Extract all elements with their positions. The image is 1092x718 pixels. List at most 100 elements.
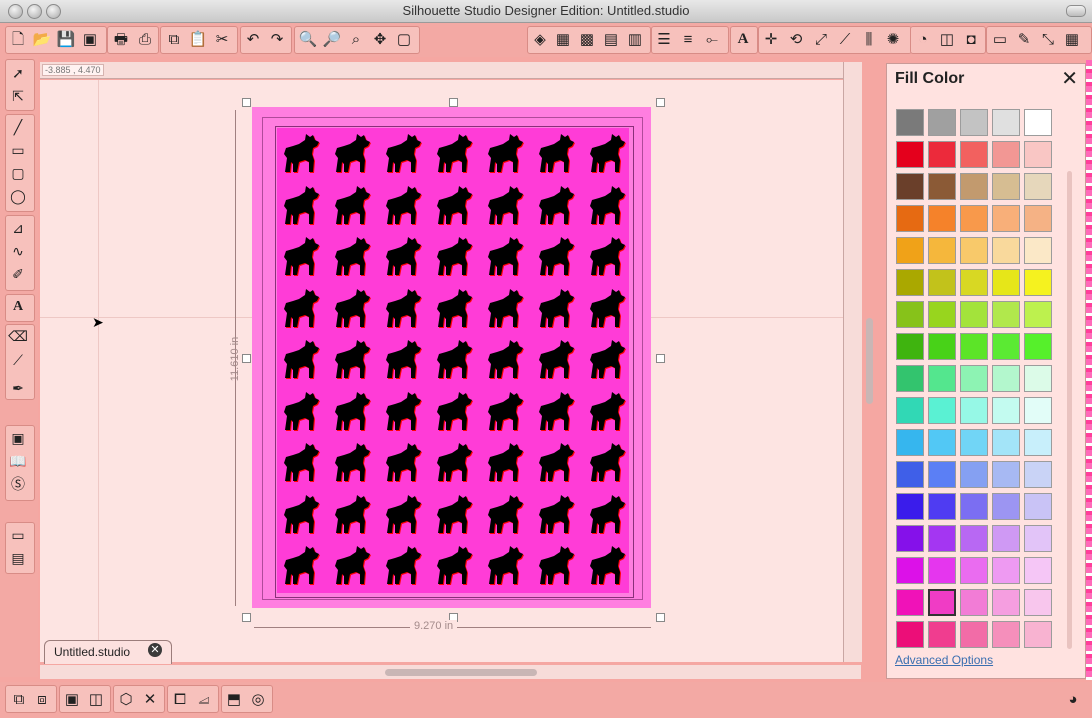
shear-icon[interactable]: ⟋ [834,28,856,50]
color-swatch[interactable] [896,429,924,456]
color-swatch[interactable] [896,493,924,520]
color-swatch[interactable] [960,589,988,616]
selection-handle[interactable] [449,98,458,107]
register-marks-icon[interactable]: ▭ [989,28,1011,50]
page-tool-icon[interactable]: ▣ [7,427,29,449]
color-swatch[interactable] [992,397,1020,424]
line-style-icon[interactable]: ▥ [624,28,646,50]
replicate-icon[interactable]: ⫼ [858,28,880,50]
curve-tool-icon[interactable]: ∿ [7,240,29,262]
document-tab[interactable]: Untitled.studio ✕ [44,640,172,664]
knife-icon[interactable]: ⟜ [701,28,723,50]
fill-gradient-icon[interactable]: ▤ [600,28,622,50]
sketch-icon[interactable]: ✎ [1013,28,1035,50]
color-swatch[interactable] [992,461,1020,488]
color-swatch[interactable] [896,397,924,424]
text-style-icon[interactable]: A [732,28,754,50]
open-file-icon[interactable]: 📂 [31,28,53,50]
ellipse-tool-icon[interactable]: ◯ [7,185,29,207]
color-swatch[interactable] [992,269,1020,296]
color-swatch[interactable] [992,301,1020,328]
delete-icon[interactable]: ✕ [139,688,161,710]
color-swatch[interactable] [992,141,1020,168]
page-setup-icon[interactable]: ◫ [936,28,958,50]
zoom-in-icon[interactable]: 🔍 [297,28,319,50]
new-file-icon[interactable]: 🗋 [7,28,29,50]
line-tool-icon[interactable]: ╱ [7,116,29,138]
weld-icon[interactable]: ⬡ [115,688,137,710]
selection-handle[interactable] [242,98,251,107]
send-backward-icon[interactable]: ⧡ [193,688,215,710]
color-swatch[interactable] [960,333,988,360]
color-swatch[interactable] [1024,365,1052,392]
color-swatch[interactable] [928,141,956,168]
color-swatch[interactable] [960,525,988,552]
selection-handle[interactable] [656,98,665,107]
copy-icon[interactable]: ⧉ [163,28,185,50]
toolbar-toggle-button[interactable] [1066,5,1086,17]
rectangle-tool-icon[interactable]: ▭ [7,139,29,161]
color-swatch[interactable] [928,269,956,296]
color-swatch[interactable] [896,589,924,616]
color-swatch[interactable] [1024,525,1052,552]
scale-icon[interactable]: ⤢ [810,28,832,50]
color-swatch[interactable] [992,173,1020,200]
vertical-scroll-thumb[interactable] [866,318,873,404]
paste-icon[interactable]: 📋 [187,28,209,50]
color-swatch[interactable] [960,173,988,200]
cut-icon[interactable]: ✂ [211,28,233,50]
color-swatch[interactable] [928,557,956,584]
cut-settings-icon[interactable]: ◘ [960,28,982,50]
offset-icon[interactable]: ✺ [882,28,904,50]
color-swatch[interactable] [928,237,956,264]
color-swatch[interactable] [1024,493,1052,520]
print-icon[interactable]: 🖶 [110,28,132,50]
color-swatch[interactable] [992,525,1020,552]
trace-icon[interactable]: ◔ [912,28,934,50]
fill-color-icon[interactable]: ◈ [529,28,551,50]
color-swatch[interactable] [1024,557,1052,584]
release-compound-icon[interactable]: ◫ [85,688,107,710]
color-swatch[interactable] [1024,173,1052,200]
color-swatch[interactable] [928,429,956,456]
modify-icon[interactable]: ⬒ [223,688,245,710]
color-swatch[interactable] [928,301,956,328]
color-swatch[interactable] [960,109,988,136]
color-swatch[interactable] [960,557,988,584]
color-swatch[interactable] [928,589,956,616]
color-swatch[interactable] [896,205,924,232]
color-swatch[interactable] [960,301,988,328]
fill-tool-icon[interactable]: ✒ [7,377,29,399]
color-swatch[interactable] [992,365,1020,392]
advanced-options-link[interactable]: Advanced Options [895,653,993,667]
line-thickness-icon[interactable]: ☰ [653,28,675,50]
color-swatch[interactable] [1024,269,1052,296]
color-swatch[interactable] [1024,589,1052,616]
zoom-out-icon[interactable]: 🔎 [321,28,343,50]
color-swatch[interactable] [896,141,924,168]
color-swatch[interactable] [960,205,988,232]
ungroup-icon[interactable]: ⧈ [31,688,53,710]
align-icon[interactable]: ✛ [760,28,782,50]
color-swatch[interactable] [960,461,988,488]
zoom-selection-icon[interactable]: ⌕ [345,28,367,50]
rotate-icon[interactable]: ⟲ [785,28,807,50]
color-swatch[interactable] [1024,397,1052,424]
edit-points-tool-icon[interactable]: ⇱ [7,85,29,107]
color-swatch[interactable] [1024,301,1052,328]
selection-handle[interactable] [242,354,251,363]
color-swatch[interactable] [896,301,924,328]
color-swatch[interactable] [960,429,988,456]
color-swatch[interactable] [928,461,956,488]
color-swatch[interactable] [928,525,956,552]
dog-pattern[interactable] [277,128,629,593]
print-cut-icon[interactable]: ⎙ [134,28,156,50]
color-swatch[interactable] [1024,141,1052,168]
color-wheel-icon[interactable]: ◕ [1062,688,1084,710]
fill-pattern-icon[interactable]: ▩ [576,28,598,50]
color-swatch[interactable] [1024,621,1052,648]
selection-handle[interactable] [656,354,665,363]
horizontal-scroll-thumb[interactable] [385,669,537,676]
line-end-icon[interactable]: ≡ [677,28,699,50]
color-swatch[interactable] [896,237,924,264]
